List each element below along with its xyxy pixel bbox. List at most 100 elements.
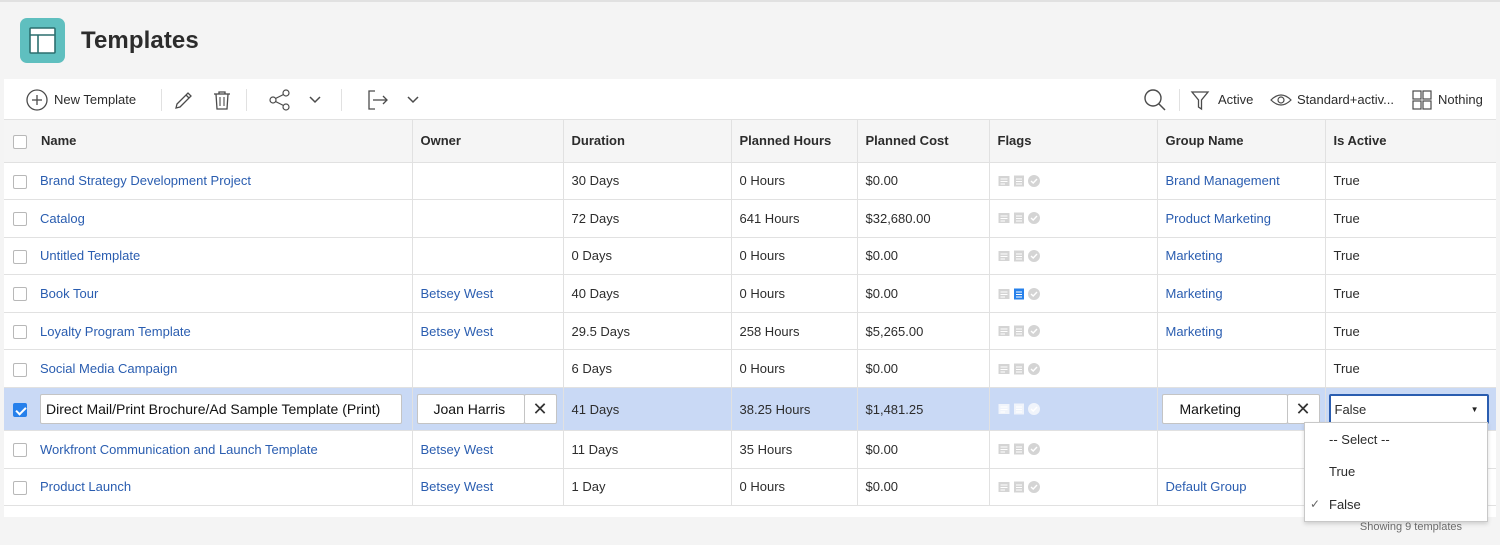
group-name-cell[interactable]: Default Group [1157,468,1326,507]
row-select-cell[interactable] [4,199,36,238]
row-checkbox[interactable] [13,212,27,227]
row-select-cell[interactable] [4,312,36,351]
edit-button[interactable] [173,79,195,120]
column-header-planned-cost[interactable]: Planned Cost [857,120,990,163]
select-all-cell[interactable] [4,120,36,163]
name-edit-input[interactable]: Direct Mail/Print Brochure/Ad Sample Tem… [40,394,402,425]
name-cell[interactable]: Product Launch [36,468,413,507]
group-button[interactable]: Nothing [1411,79,1483,120]
name-cell[interactable]: Workfront Communication and Launch Templ… [36,430,413,469]
dropdown-option-true[interactable]: True [1305,456,1487,489]
column-header-owner[interactable]: Owner [412,120,564,163]
row-checkbox-checked[interactable] [13,402,27,417]
dropdown-option-false[interactable]: ✓ False [1305,488,1487,521]
group-name-link[interactable]: Brand Management [1166,173,1280,188]
table-row-editing[interactable]: Direct Mail/Print Brochure/Ad Sample Tem… [4,387,1496,432]
share-button[interactable] [268,79,292,120]
owner-edit-input[interactable]: Joan Harris [416,394,525,425]
group-name-cell[interactable]: Marketing [1157,274,1326,313]
column-header-group-name[interactable]: Group Name [1157,120,1326,163]
template-name-link[interactable]: Workfront Communication and Launch Templ… [40,442,318,457]
filter-button[interactable]: Active [1190,79,1253,120]
table-row[interactable]: Book Tour Betsey West 40 Days 0 Hours $0… [4,274,1496,313]
column-header-duration[interactable]: Duration [563,120,732,163]
template-name-link[interactable]: Book Tour [40,286,98,301]
owner-cell[interactable]: Betsey West [412,468,564,507]
row-checkbox[interactable] [13,443,27,458]
is-active-select[interactable]: False ▼ [1328,394,1489,425]
table-row[interactable]: Loyalty Program Template Betsey West 29.… [4,312,1496,351]
template-name-link[interactable]: Catalog [40,211,85,226]
row-select-cell[interactable] [4,349,36,389]
export-dropdown-button[interactable] [406,79,420,120]
owner-cell[interactable] [412,199,564,238]
column-header-name[interactable]: Name [36,120,413,163]
row-checkbox[interactable] [13,174,27,189]
owner-cell[interactable] [412,237,564,276]
template-name-link[interactable]: Loyalty Program Template [40,324,191,339]
group-name-cell[interactable]: Product Marketing [1157,199,1326,238]
table-row[interactable]: Product Launch Betsey West 1 Day 0 Hours… [4,468,1496,507]
clear-owner-button[interactable]: ✕ [523,394,557,425]
group-name-cell[interactable] [1157,430,1326,469]
column-header-planned-hours[interactable]: Planned Hours [731,120,858,163]
owner-cell[interactable] [412,162,564,201]
row-checkbox[interactable] [13,480,27,495]
column-header-is-active[interactable]: Is Active [1325,120,1496,163]
name-cell[interactable]: Book Tour [36,274,413,313]
template-name-link[interactable]: Product Launch [40,479,131,494]
group-name-link[interactable]: Marketing [1166,248,1223,263]
row-select-cell[interactable] [4,430,36,469]
owner-cell[interactable]: Betsey West [412,312,564,351]
owner-link[interactable]: Betsey West [421,479,494,494]
name-cell[interactable]: Catalog [36,199,413,238]
name-cell[interactable]: Loyalty Program Template [36,312,413,351]
row-checkbox[interactable] [13,324,27,339]
row-select-cell[interactable] [4,387,36,432]
row-select-cell[interactable] [4,274,36,313]
search-button[interactable] [1143,79,1167,120]
owner-link[interactable]: Betsey West [421,442,494,457]
template-name-link[interactable]: Brand Strategy Development Project [40,173,251,188]
group-name-cell[interactable]: Brand Management [1157,162,1326,201]
row-checkbox[interactable] [13,249,27,264]
group-name-link[interactable]: Default Group [1166,479,1247,494]
row-checkbox[interactable] [13,287,27,302]
owner-link[interactable]: Betsey West [421,286,494,301]
group-name-cell[interactable]: Marketing [1157,237,1326,276]
row-checkbox[interactable] [13,362,27,377]
owner-link[interactable]: Betsey West [421,324,494,339]
select-all-checkbox[interactable] [13,134,27,149]
name-cell[interactable]: Brand Strategy Development Project [36,162,413,201]
delete-button[interactable] [211,79,233,120]
column-header-flags[interactable]: Flags [989,120,1158,163]
group-name-cell[interactable]: Marketing [1157,312,1326,351]
name-cell[interactable]: Social Media Campaign [36,349,413,389]
clear-group-button[interactable]: ✕ [1286,394,1320,425]
owner-cell[interactable]: Betsey West [412,274,564,313]
group-name-cell[interactable] [1157,349,1326,389]
owner-cell[interactable] [412,349,564,389]
group-name-link[interactable]: Product Marketing [1166,211,1272,226]
group-name-link[interactable]: Marketing [1166,324,1223,339]
row-select-cell[interactable] [4,162,36,201]
table-row[interactable]: Untitled Template 0 Days 0 Hours $0.00 M… [4,237,1496,276]
template-name-link[interactable]: Social Media Campaign [40,361,177,376]
name-edit-cell[interactable]: Direct Mail/Print Brochure/Ad Sample Tem… [36,387,413,432]
row-select-cell[interactable] [4,468,36,507]
template-name-link[interactable]: Untitled Template [40,248,140,263]
export-button[interactable] [366,79,390,120]
table-row[interactable]: Workfront Communication and Launch Templ… [4,430,1496,469]
group-name-link[interactable]: Marketing [1166,286,1223,301]
table-row[interactable]: Catalog 72 Days 641 Hours $32,680.00 Pro… [4,199,1496,238]
group-edit-cell[interactable]: Marketing ✕ [1157,387,1326,432]
view-button[interactable]: Standard+activ... [1270,79,1394,120]
owner-cell[interactable]: Betsey West [412,430,564,469]
owner-edit-cell[interactable]: Joan Harris ✕ [412,387,564,432]
new-template-button[interactable]: New Template [26,79,136,120]
group-edit-input[interactable]: Marketing [1161,394,1288,425]
table-row[interactable]: Brand Strategy Development Project 30 Da… [4,162,1496,201]
name-cell[interactable]: Untitled Template [36,237,413,276]
table-row[interactable]: Social Media Campaign 6 Days 0 Hours $0.… [4,349,1496,389]
row-select-cell[interactable] [4,237,36,276]
